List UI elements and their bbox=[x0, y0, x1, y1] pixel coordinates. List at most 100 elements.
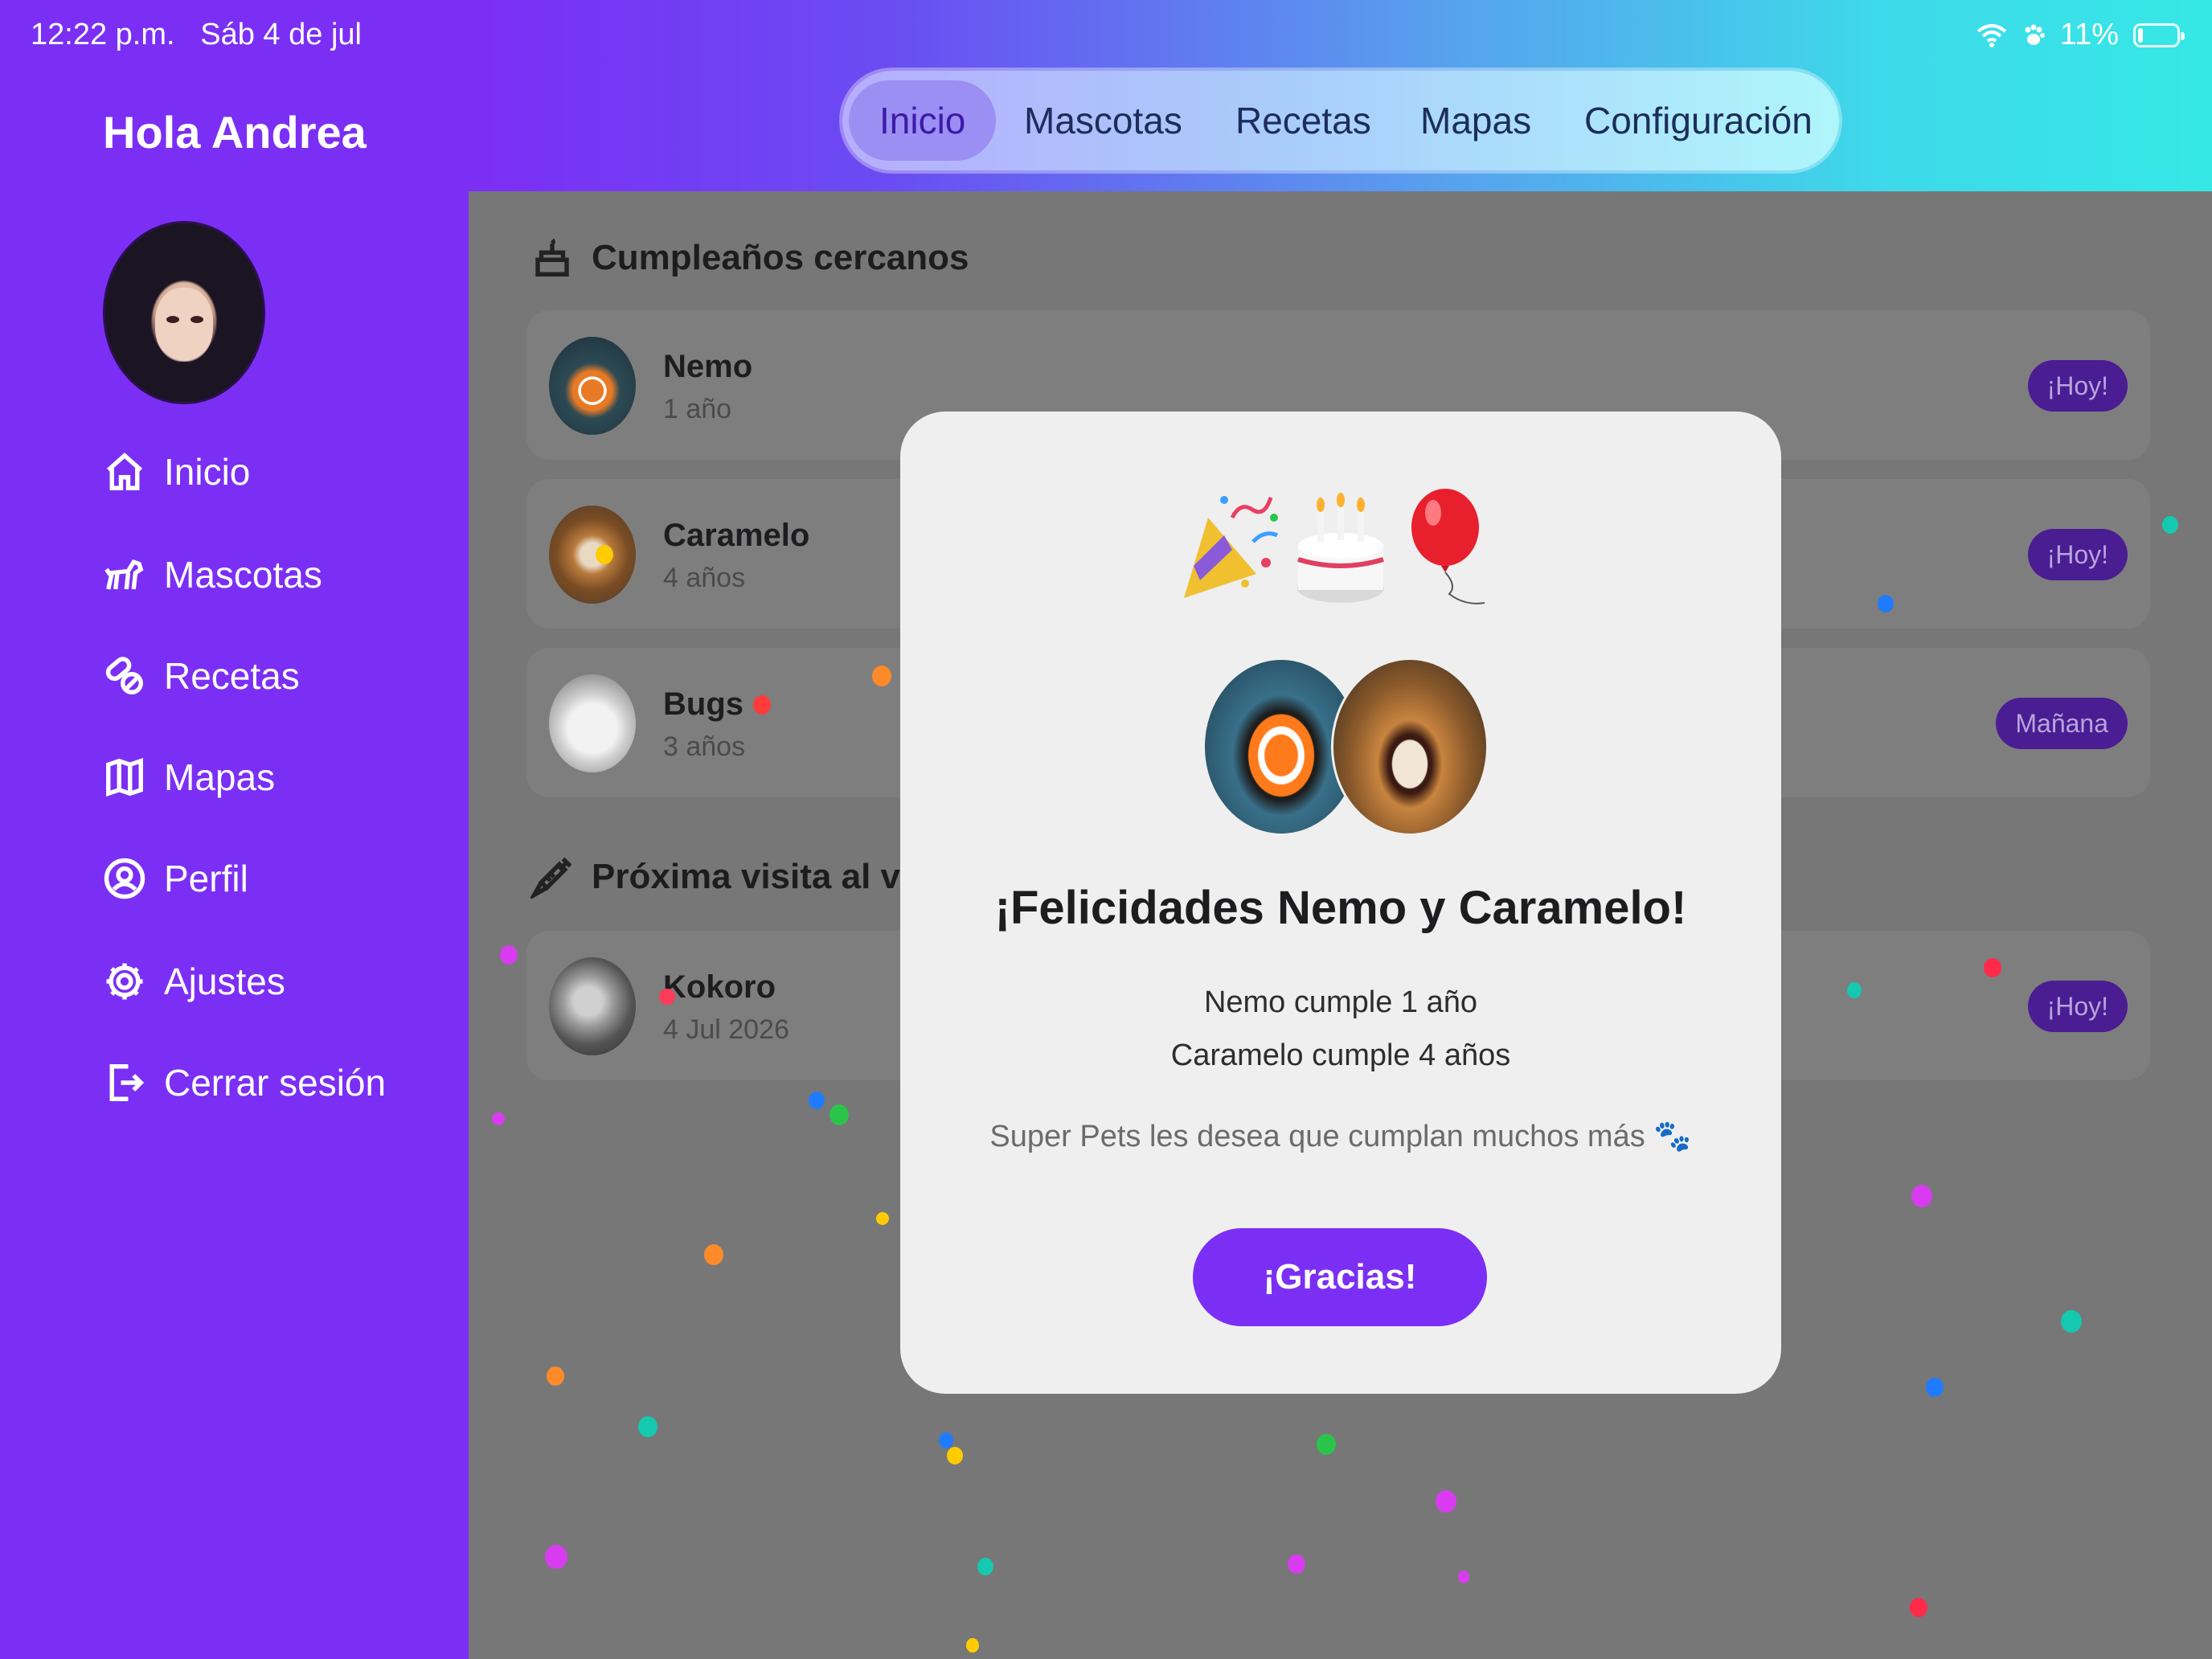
modal-line-caramelo: Caramelo cumple 4 años bbox=[1170, 1038, 1511, 1072]
sidebar-item-perfil[interactable]: Perfil bbox=[103, 857, 248, 900]
section-title-text: Cumpleaños cercanos bbox=[592, 238, 969, 277]
modal-wish: Super Pets les desea que cumplan muchos … bbox=[989, 1120, 1692, 1153]
confetti-dot bbox=[638, 1416, 657, 1437]
sidebar-item-inicio[interactable]: Inicio bbox=[103, 450, 250, 494]
vet-section-title: Próxima visita al vete bbox=[530, 855, 952, 899]
confetti-dot bbox=[596, 545, 613, 564]
sidebar-item-label: Cerrar sesión bbox=[164, 1062, 387, 1104]
status-badge: ¡Hoy! bbox=[2027, 529, 2128, 580]
modal-title: ¡Felicidades Nemo y Caramelo! bbox=[994, 882, 1687, 934]
battery-icon bbox=[2133, 23, 2185, 47]
status-datetime: 12:22 p.m. Sáb 4 de jul bbox=[31, 18, 362, 52]
person-circle-icon bbox=[104, 858, 145, 899]
confetti-dot bbox=[492, 1112, 505, 1125]
pet-name: Caramelo bbox=[663, 518, 810, 553]
balloon-icon bbox=[1411, 489, 1485, 604]
wifi-icon bbox=[1976, 23, 2007, 47]
tab-inicio[interactable]: Inicio bbox=[849, 80, 997, 161]
sidebar-item-mapas[interactable]: Mapas bbox=[103, 756, 275, 799]
confetti-dot bbox=[659, 989, 675, 1005]
confetti-dot bbox=[977, 1558, 993, 1575]
modal-line-nemo: Nemo cumple 1 año bbox=[1203, 985, 1478, 1019]
confetti-dot bbox=[753, 695, 771, 715]
house-icon bbox=[106, 453, 143, 490]
confetti-dot bbox=[2061, 1310, 2082, 1333]
status-badge: ¡Hoy! bbox=[2027, 981, 2128, 1032]
confetti-dot bbox=[1847, 982, 1862, 998]
confetti-dot bbox=[1436, 1490, 1456, 1513]
status-bar: 12:22 p.m. Sáb 4 de jul 11% bbox=[0, 0, 2212, 64]
confetti-dot bbox=[876, 1212, 889, 1225]
tab-configuracion[interactable]: Configuración bbox=[1584, 80, 1813, 161]
party-popper-icon bbox=[1184, 496, 1279, 598]
pills-icon bbox=[105, 657, 143, 694]
confetti-dot bbox=[1911, 1185, 1932, 1207]
honored-pets-photos bbox=[1202, 657, 1489, 836]
sidebar-item-label: Ajustes bbox=[164, 961, 285, 1002]
tab-mascotas[interactable]: Mascotas bbox=[1024, 80, 1182, 161]
pet-name: Nemo bbox=[663, 349, 753, 384]
pet-age: 3 años bbox=[663, 731, 746, 762]
pet-age: 4 años bbox=[663, 563, 746, 593]
sidebar-item-ajustes[interactable]: Ajustes bbox=[103, 960, 285, 1003]
sidebar-item-label: Recetas bbox=[164, 655, 300, 697]
status-badge: Mañana bbox=[1996, 698, 2128, 749]
celebration-emojis bbox=[900, 485, 1781, 606]
section-title-text: Próxima visita al vete bbox=[592, 857, 952, 896]
visit-date: 4 Jul 2026 bbox=[663, 1014, 789, 1045]
sidebar-item-label: Perfil bbox=[164, 858, 248, 899]
confetti-dot bbox=[1984, 958, 2001, 977]
confetti-dot bbox=[947, 1447, 963, 1464]
sidebar-item-label: Mascotas bbox=[164, 554, 322, 596]
thanks-button[interactable]: ¡Gracias! bbox=[1193, 1228, 1487, 1326]
birthday-modal: ¡Felicidades Nemo y Caramelo! Nemo cumpl… bbox=[900, 412, 1781, 1394]
pet-name: Bugs bbox=[663, 686, 743, 722]
battery-percent: 11% bbox=[2059, 18, 2119, 51]
pet-photo-kokoro bbox=[549, 957, 636, 1055]
confetti-dot bbox=[809, 1092, 825, 1109]
logout-icon bbox=[109, 1064, 145, 1101]
confetti-dot bbox=[1288, 1555, 1305, 1574]
confetti-dot bbox=[1458, 1571, 1469, 1583]
confetti-dot bbox=[545, 1545, 567, 1569]
paw-icon bbox=[2025, 24, 2045, 45]
dog-icon bbox=[104, 559, 144, 590]
confetti-dot bbox=[1878, 595, 1894, 612]
confetti-dot bbox=[830, 1104, 849, 1125]
syringe-icon bbox=[530, 857, 572, 899]
confetti-dot bbox=[547, 1366, 564, 1386]
sidebar-item-label: Inicio bbox=[164, 451, 251, 493]
confetti-dot bbox=[1910, 1598, 1927, 1617]
sidebar-item-cerrar-sesion[interactable]: Cerrar sesión bbox=[103, 1061, 386, 1104]
pet-age: 1 año bbox=[663, 394, 732, 424]
confetti-dot bbox=[1926, 1378, 1944, 1397]
tab-mapas[interactable]: Mapas bbox=[1420, 80, 1531, 161]
pet-photo-nemo bbox=[549, 337, 636, 435]
sidebar-item-recetas[interactable]: Recetas bbox=[103, 654, 300, 698]
confetti-dot bbox=[939, 1432, 953, 1448]
status-time: 12:22 p.m. bbox=[31, 18, 175, 51]
confetti-dot bbox=[1317, 1434, 1336, 1455]
avatar[interactable] bbox=[103, 221, 265, 404]
pet-photo-caramelo bbox=[549, 506, 636, 604]
pet-photo-caramelo bbox=[1331, 657, 1489, 836]
tab-recetas[interactable]: Recetas bbox=[1235, 80, 1371, 161]
status-date: Sáb 4 de jul bbox=[200, 18, 362, 51]
pet-photo-bugs bbox=[549, 674, 636, 772]
status-right: 11% bbox=[1976, 18, 2185, 52]
map-icon bbox=[106, 758, 143, 797]
sidebar-item-label: Mapas bbox=[164, 756, 276, 798]
gear-icon bbox=[106, 963, 143, 1000]
greeting: Hola Andrea bbox=[103, 107, 367, 158]
top-tab-bar: Inicio Mascotas Recetas Mapas Configurac… bbox=[842, 71, 1839, 170]
birthdays-section-title: Cumpleaños cercanos bbox=[530, 236, 969, 280]
confetti-dot bbox=[872, 666, 891, 686]
cake-icon bbox=[535, 238, 569, 276]
sidebar-item-mascotas[interactable]: Mascotas bbox=[103, 553, 322, 596]
confetti-dot bbox=[704, 1244, 723, 1265]
status-badge: ¡Hoy! bbox=[2027, 360, 2128, 412]
pet-name: Kokoro bbox=[663, 969, 776, 1005]
confetti-dot bbox=[2162, 516, 2178, 534]
confetti-dot bbox=[966, 1638, 979, 1653]
confetti-dot bbox=[500, 945, 518, 965]
